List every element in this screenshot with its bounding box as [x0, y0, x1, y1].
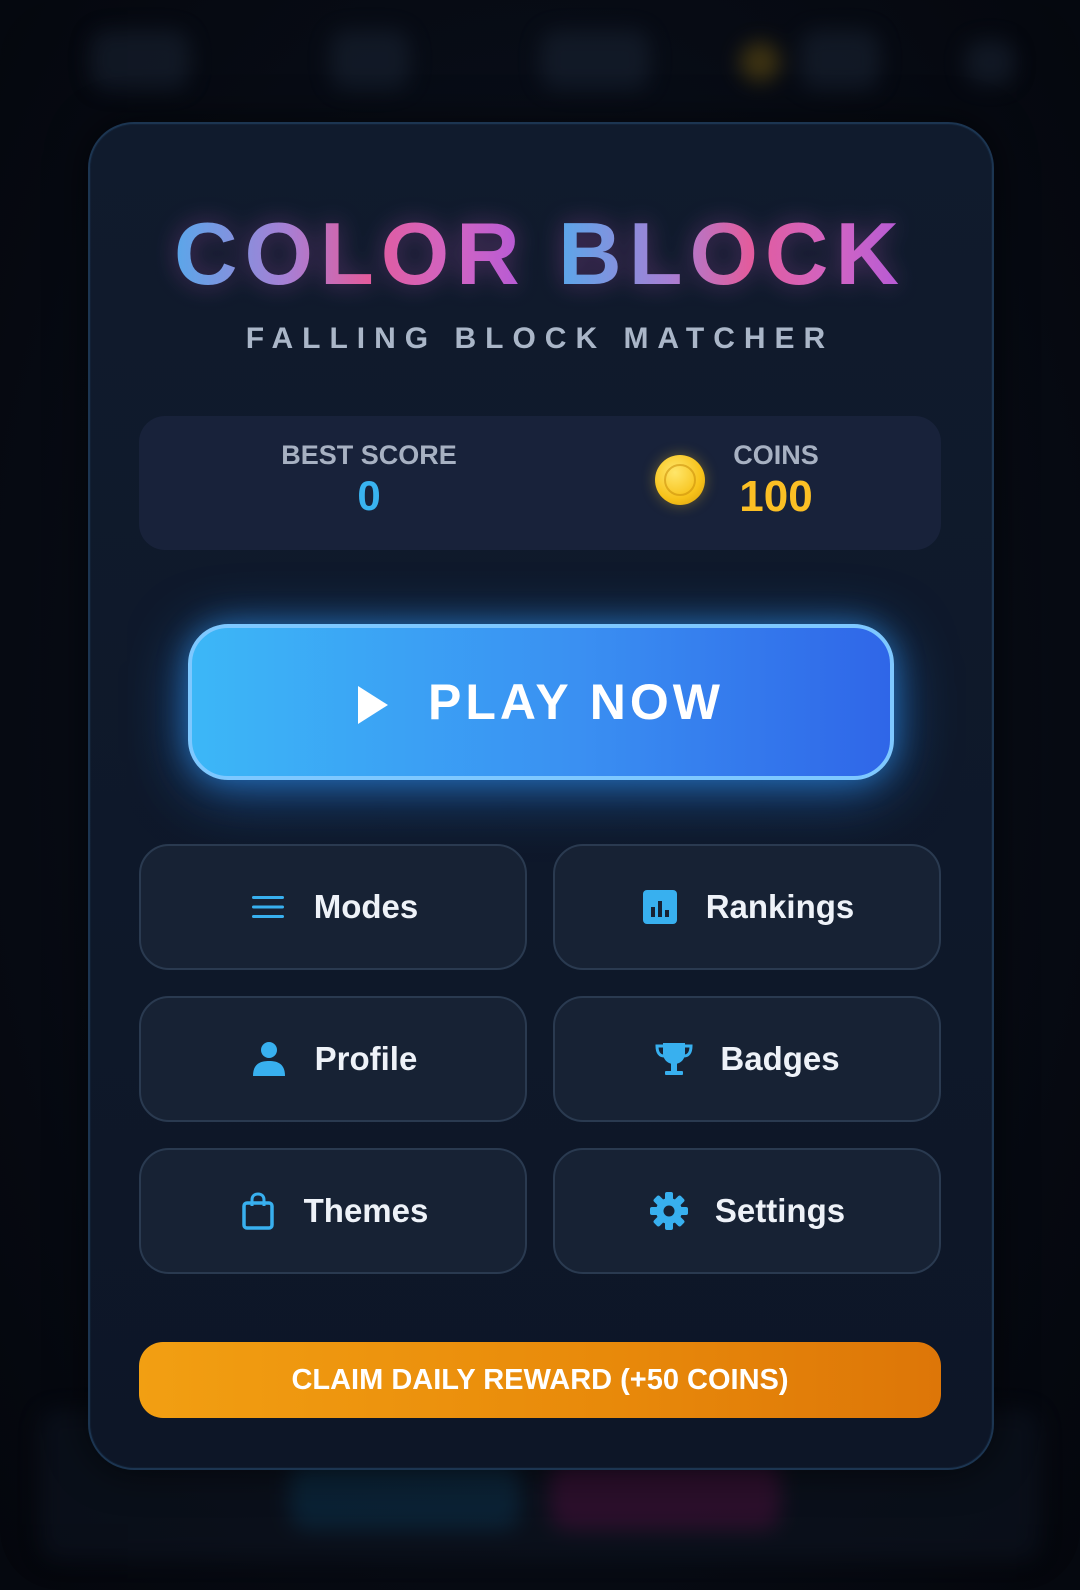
- bg-hud-button: [965, 40, 1015, 85]
- bg-footer-button-blue: [290, 1460, 520, 1530]
- claim-daily-reward-button[interactable]: CLAIM DAILY REWARD (+50 COINS): [139, 1342, 941, 1418]
- rankings-button[interactable]: Rankings: [553, 844, 941, 970]
- play-icon: [358, 686, 389, 724]
- trophy-icon: [654, 1039, 694, 1079]
- list-icon: [248, 887, 288, 927]
- rankings-label: Rankings: [705, 888, 855, 925]
- game-title: COLOR BLOCK: [0, 210, 1080, 298]
- coins-value: 100: [739, 472, 813, 521]
- person-icon: [249, 1039, 289, 1079]
- bg-hud-coin: [740, 42, 780, 82]
- game-subtitle: FALLING BLOCK MATCHER: [245, 322, 835, 355]
- coin-icon: [655, 455, 705, 505]
- bar-chart-icon: [640, 887, 680, 927]
- coins-label: COINS: [733, 440, 819, 470]
- bg-hud-slot: [800, 30, 880, 90]
- play-now-label: PLAY NOW: [428, 674, 724, 730]
- badges-button[interactable]: Badges: [553, 996, 941, 1122]
- modes-label: Modes: [313, 888, 419, 925]
- settings-button[interactable]: Settings: [553, 1148, 941, 1274]
- shopping-bag-icon: [238, 1191, 278, 1231]
- bg-hud-slot: [330, 30, 410, 90]
- gear-icon: [649, 1191, 689, 1231]
- title-word-block: BLOCK: [558, 204, 907, 303]
- best-score-value: 0: [357, 472, 381, 519]
- profile-label: Profile: [314, 1040, 418, 1077]
- badges-label: Badges: [720, 1040, 840, 1077]
- settings-label: Settings: [714, 1192, 846, 1229]
- bg-hud-slot: [540, 30, 650, 90]
- best-score-label: BEST SCORE: [281, 440, 457, 470]
- profile-button[interactable]: Profile: [139, 996, 527, 1122]
- stats-card: BEST SCORE 0 COINS 100: [139, 416, 941, 550]
- themes-button[interactable]: Themes: [139, 1148, 527, 1274]
- bg-footer-button-pink: [550, 1460, 780, 1530]
- bg-hud-slot: [90, 30, 190, 90]
- modes-button[interactable]: Modes: [139, 844, 527, 970]
- play-now-button[interactable]: PLAY NOW: [188, 624, 894, 780]
- themes-label: Themes: [303, 1192, 429, 1229]
- device-frame: COLOR BLOCK FALLING BLOCK MATCHER BEST S…: [0, 0, 1080, 1590]
- title-word-color: COLOR: [173, 204, 527, 303]
